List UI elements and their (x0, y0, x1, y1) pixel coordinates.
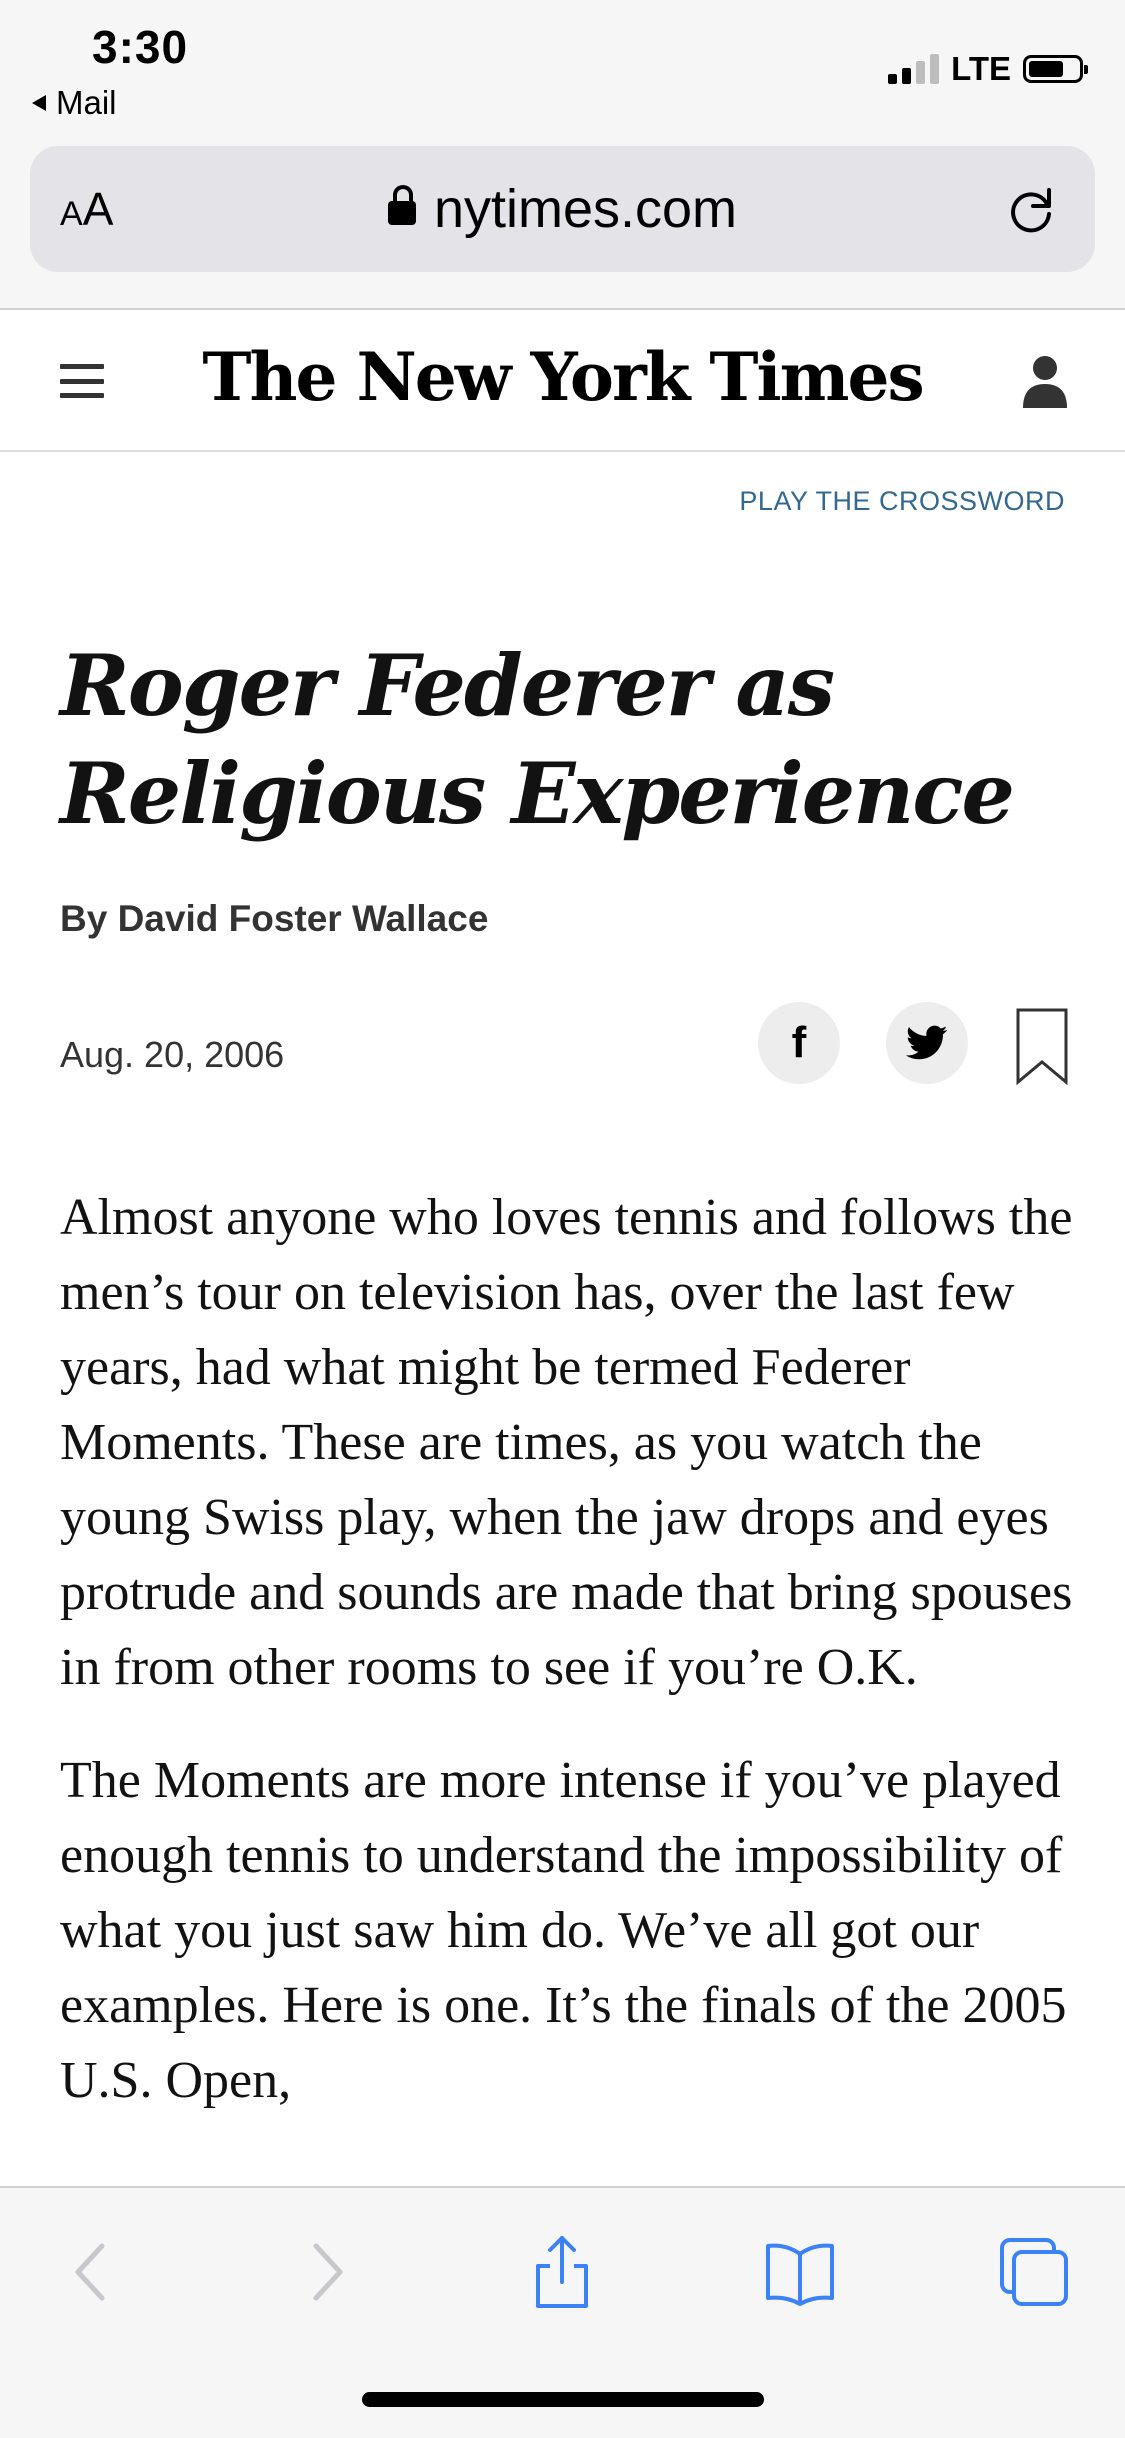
cell-signal-icon (888, 54, 940, 84)
bookmark-icon[interactable] (1012, 1006, 1072, 1086)
lock-icon (387, 185, 416, 225)
article-paragraph: Almost anyone who loves tennis and follo… (60, 1189, 1073, 1696)
status-indicators: LTE (888, 50, 1088, 88)
article-date: Aug. 20, 2006 (60, 1034, 285, 1075)
browser-top-chrome: 3:30 Mail LTE AA nytimes.com (0, 0, 1125, 310)
facebook-icon: f (791, 1018, 807, 1067)
back-triangle-icon (32, 95, 46, 111)
url-display[interactable]: nytimes.com (30, 178, 1095, 240)
reload-icon[interactable] (1003, 182, 1059, 238)
back-arrow-icon[interactable] (52, 2232, 132, 2312)
article-body: Almost anyone who loves tennis and follo… (60, 1180, 1080, 2156)
site-logo[interactable]: The New York Times (0, 338, 1125, 416)
share-icon[interactable] (522, 2232, 602, 2312)
forward-arrow-icon[interactable] (286, 2232, 366, 2312)
facebook-share-button[interactable]: f (758, 1002, 840, 1084)
address-bar[interactable]: AA nytimes.com (30, 146, 1095, 272)
status-time: 3:30 (92, 21, 189, 73)
twitter-icon (906, 1025, 948, 1060)
twitter-share-button[interactable] (886, 1002, 968, 1084)
back-to-mail-link[interactable]: Mail (30, 84, 117, 122)
article-headline: Roger Federer as Religious Experience (60, 636, 1015, 843)
article-byline: By David Foster Wallace (60, 898, 489, 939)
home-indicator[interactable] (362, 2392, 764, 2407)
back-app-label: Mail (56, 84, 117, 121)
bookmarks-icon[interactable] (760, 2232, 840, 2312)
tabs-icon[interactable] (994, 2232, 1074, 2312)
network-type: LTE (951, 50, 1011, 87)
article-paragraph: The Moments are more intense if you’ve p… (60, 1752, 1067, 2109)
account-icon[interactable] (1021, 354, 1069, 408)
play-crossword-link[interactable]: PLAY THE CROSSWORD (739, 486, 1065, 517)
site-header: The New York Times (0, 310, 1125, 452)
battery-icon (1023, 55, 1088, 83)
url-text: nytimes.com (433, 179, 738, 239)
